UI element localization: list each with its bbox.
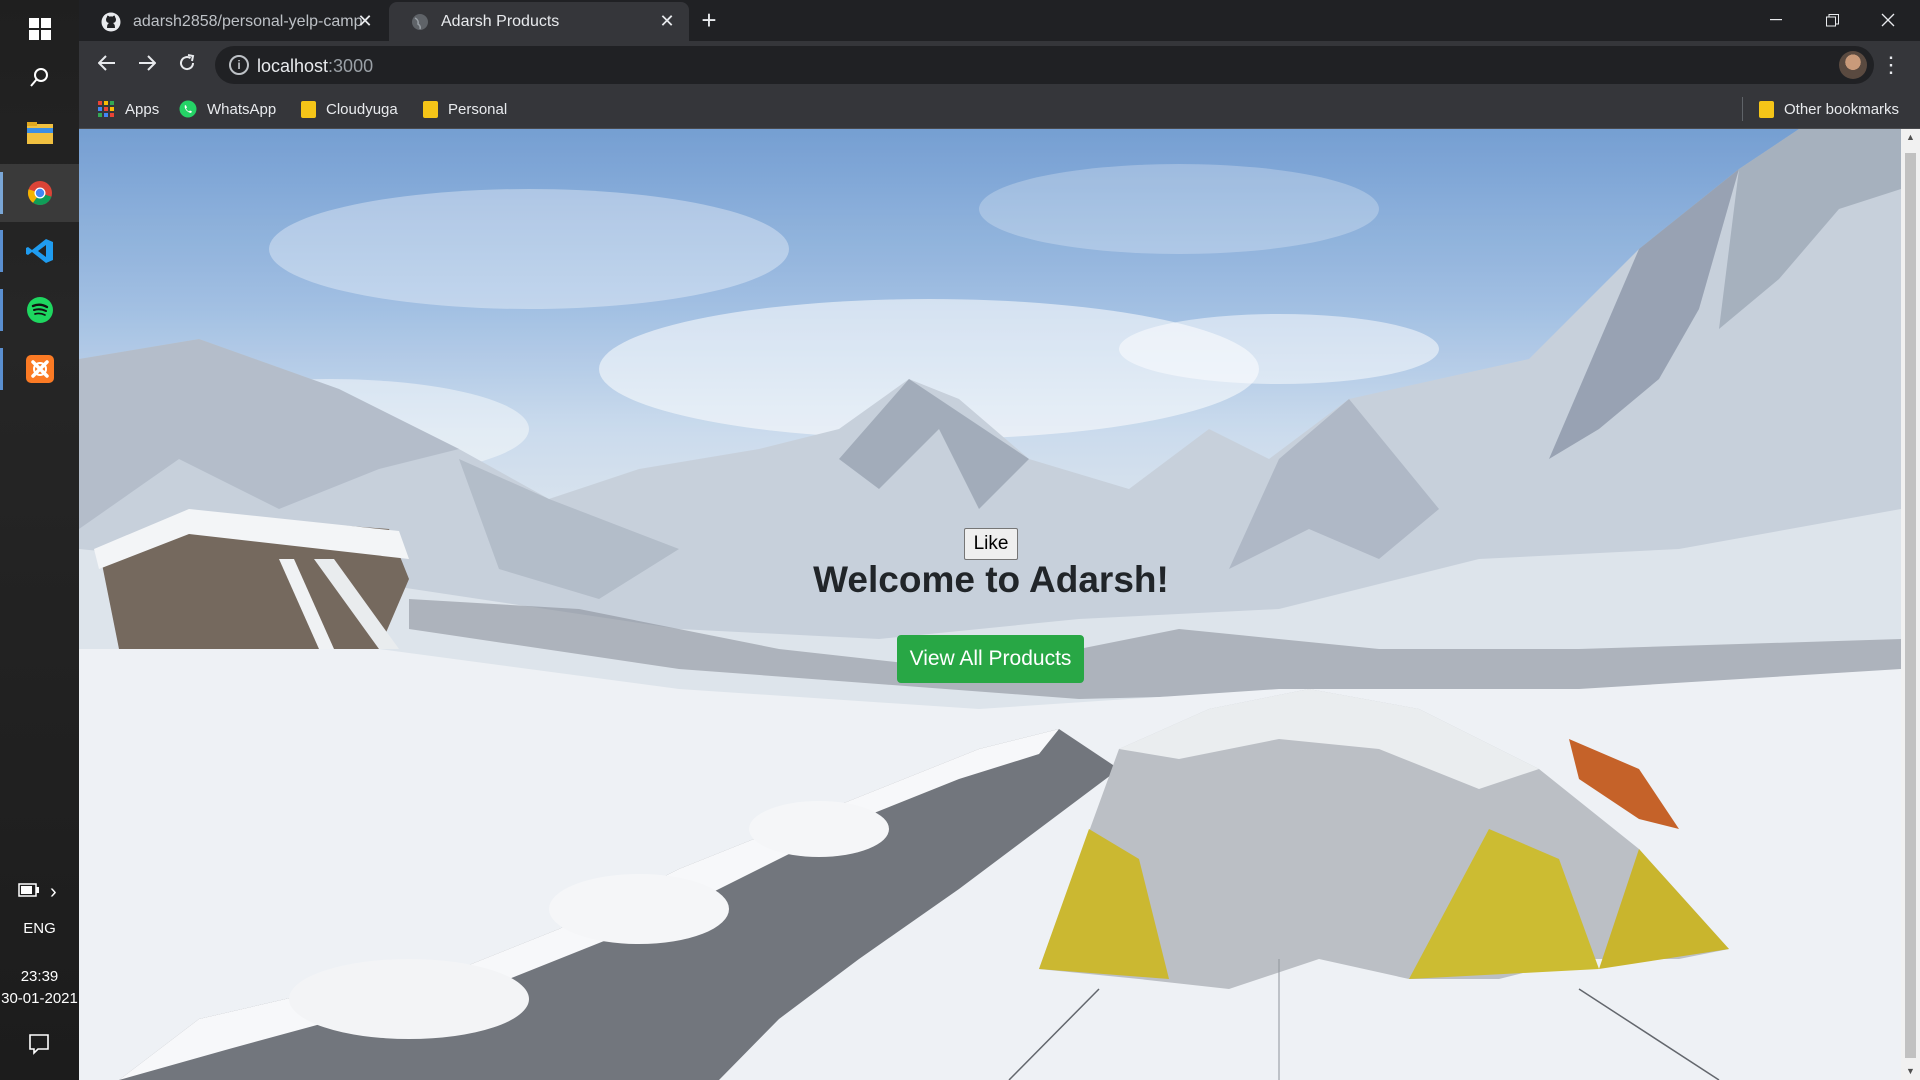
- browser-tab-strip: adarsh2858/personal-yelp-camp ✕ Adarsh P…: [79, 0, 1920, 41]
- taskbar-file-explorer[interactable]: [0, 104, 79, 162]
- taskbar-spotify[interactable]: [0, 281, 79, 339]
- folder-icon: [301, 100, 316, 118]
- xampp-icon: [25, 355, 54, 383]
- taskbar-xampp[interactable]: [0, 340, 79, 398]
- running-app-indicator: [0, 348, 3, 390]
- bookmarks-separator: [1742, 97, 1743, 121]
- spotify-icon: [26, 297, 53, 323]
- tab-close-icon[interactable]: ✕: [657, 11, 677, 31]
- taskbar-chrome[interactable]: [0, 164, 79, 222]
- scrollbar-thumb[interactable]: [1905, 153, 1916, 1058]
- arrow-right-icon: [139, 55, 157, 71]
- profile-avatar[interactable]: [1839, 51, 1867, 79]
- close-window-button[interactable]: [1860, 0, 1916, 40]
- minimize-icon: [1770, 19, 1782, 21]
- taskbar-vscode[interactable]: [0, 222, 79, 280]
- battery-icon[interactable]: [18, 883, 40, 902]
- reload-button[interactable]: [171, 49, 203, 81]
- language-indicator[interactable]: ENG: [0, 920, 79, 937]
- bookmarks-bar: Apps WhatsApp Cloudyuga Personal Other b…: [79, 89, 1920, 129]
- apps-grid-icon: [98, 101, 114, 117]
- page-scrollbar[interactable]: ▲ ▼: [1901, 129, 1920, 1080]
- close-icon: [1881, 13, 1895, 27]
- browser-toolbar: i localhost:3000 ☆ ⋮: [79, 41, 1920, 89]
- chrome-menu-icon[interactable]: ⋮: [1879, 49, 1903, 81]
- tab-github[interactable]: adarsh2858/personal-yelp-camp ✕: [79, 2, 387, 41]
- tab-adarsh-products[interactable]: Adarsh Products ✕: [389, 2, 689, 41]
- bookmark-personal[interactable]: Personal: [423, 97, 507, 121]
- running-app-indicator: [0, 289, 3, 331]
- active-app-indicator: [0, 172, 3, 214]
- forward-button[interactable]: [131, 49, 163, 81]
- bookmark-cloudyuga[interactable]: Cloudyuga: [301, 97, 398, 121]
- tab-close-icon[interactable]: ✕: [355, 11, 375, 31]
- notification-center-icon[interactable]: [28, 1033, 50, 1060]
- tab-title: Adarsh Products: [441, 12, 560, 30]
- running-app-indicator: [0, 230, 3, 272]
- vscode-icon: [25, 239, 53, 263]
- new-tab-button[interactable]: +: [695, 7, 723, 35]
- github-icon: [101, 12, 121, 31]
- other-bookmarks[interactable]: Other bookmarks: [1759, 97, 1899, 121]
- show-hidden-icons-chevron-icon[interactable]: ›: [50, 881, 57, 904]
- bookmark-label: Apps: [125, 100, 160, 118]
- taskbar-date[interactable]: 30-01-2021: [0, 990, 79, 1007]
- hero-section: Like Welcome to Adarsh! View All Product…: [79, 129, 1901, 1080]
- windows-logo-icon: [28, 18, 51, 40]
- restore-button[interactable]: [1804, 0, 1860, 40]
- globe-icon: [412, 13, 428, 30]
- url-text[interactable]: localhost:3000: [257, 56, 373, 77]
- minimize-button[interactable]: [1748, 0, 1804, 40]
- chrome-icon: [27, 181, 52, 206]
- bookmark-label: Cloudyuga: [326, 100, 398, 118]
- whatsapp-icon: [179, 100, 197, 118]
- bookmark-apps[interactable]: Apps: [97, 97, 159, 121]
- reload-icon: [180, 54, 195, 71]
- taskbar-search-button[interactable]: [0, 48, 79, 106]
- search-icon: [29, 68, 48, 87]
- bookmark-whatsapp[interactable]: WhatsApp: [179, 97, 276, 121]
- like-button[interactable]: Like: [964, 528, 1018, 560]
- site-info-icon[interactable]: i: [229, 55, 249, 75]
- bookmark-label: Personal: [448, 100, 508, 118]
- page-viewport: Like Welcome to Adarsh! View All Product…: [79, 129, 1901, 1080]
- scroll-up-arrow-icon[interactable]: ▲: [1901, 129, 1920, 146]
- folder-icon: [423, 100, 438, 118]
- folder-icon: [1759, 100, 1774, 118]
- tab-title: adarsh2858/personal-yelp-camp: [133, 12, 363, 30]
- welcome-heading: Welcome to Adarsh!: [813, 559, 1169, 600]
- bookmark-label: Other bookmarks: [1784, 100, 1900, 118]
- restore-icon: [1825, 13, 1839, 26]
- folder-icon: [26, 122, 53, 144]
- windows-taskbar: › ENG 23:39 30-01-2021: [0, 0, 79, 1080]
- bookmark-label: WhatsApp: [207, 100, 277, 118]
- arrow-left-icon: [97, 55, 115, 71]
- address-bar[interactable]: i localhost:3000 ☆: [215, 46, 1874, 84]
- taskbar-time[interactable]: 23:39: [0, 968, 79, 985]
- scroll-down-arrow-icon[interactable]: ▼: [1901, 1063, 1920, 1080]
- back-button[interactable]: [91, 49, 123, 81]
- view-all-products-button[interactable]: View All Products: [897, 635, 1084, 683]
